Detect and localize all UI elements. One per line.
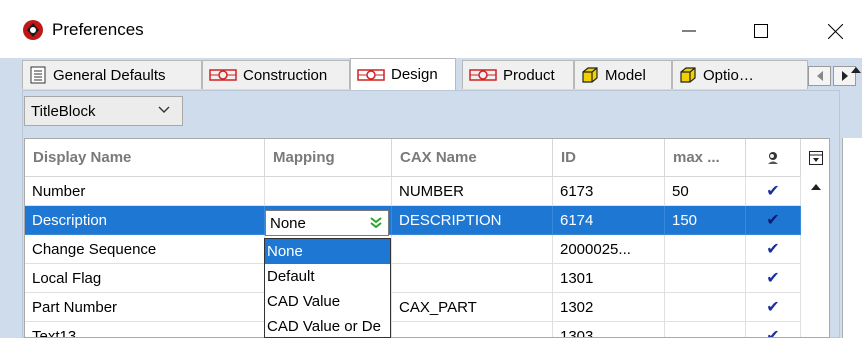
checkmark-icon[interactable]: ✔ bbox=[746, 177, 801, 206]
cell-display-name: Change Sequence bbox=[25, 235, 265, 264]
tab-label: Construction bbox=[243, 66, 328, 84]
cell-max bbox=[665, 293, 746, 322]
maximize-button[interactable] bbox=[738, 8, 784, 54]
checkmark-icon[interactable]: ✔ bbox=[746, 235, 801, 264]
scroll-up-icon[interactable] bbox=[810, 183, 822, 191]
minimize-icon bbox=[682, 30, 696, 32]
app-icon bbox=[23, 20, 43, 40]
column-header-user[interactable] bbox=[746, 139, 801, 177]
column-header-display-name[interactable]: Display Name bbox=[25, 139, 265, 177]
list-icon bbox=[30, 66, 46, 84]
cell-display-name: Part Number bbox=[25, 293, 265, 322]
attribute-grid: Display Name Mapping CAX Name ID max ...… bbox=[24, 138, 830, 338]
component-icon bbox=[469, 69, 497, 81]
table-row[interactable]: Change Sequence 2000025... ✔ bbox=[25, 235, 801, 264]
cell-cax-name bbox=[392, 235, 553, 264]
cell-max bbox=[665, 322, 746, 337]
tab-label: Design bbox=[391, 66, 438, 83]
dropdown-option-none[interactable]: None bbox=[265, 239, 390, 264]
component-icon bbox=[209, 69, 237, 81]
tab-options[interactable]: Optio… bbox=[672, 60, 808, 89]
table-row[interactable]: Local Flag 1301 ✔ bbox=[25, 264, 801, 293]
arrow-left-icon bbox=[816, 71, 823, 81]
tab-label: Optio… bbox=[703, 66, 754, 84]
arrow-right-icon bbox=[841, 71, 848, 81]
checkmark-icon[interactable]: ✔ bbox=[746, 264, 801, 293]
cell-cax-name: CAX_PART bbox=[392, 293, 553, 322]
cell-display-name: Number bbox=[25, 177, 265, 206]
chevron-down-icon bbox=[158, 106, 170, 113]
cell-cax-name: NUMBER bbox=[392, 177, 553, 206]
cell-cax-name bbox=[392, 322, 553, 337]
checkmark-icon[interactable]: ✔ bbox=[746, 206, 801, 235]
tab-label: General Defaults bbox=[53, 66, 166, 84]
user-icon bbox=[768, 151, 778, 164]
cell-max bbox=[665, 264, 746, 293]
column-header-mapping[interactable]: Mapping bbox=[265, 139, 392, 177]
tab-scroll-left-button[interactable] bbox=[808, 66, 831, 86]
column-chooser-icon bbox=[809, 151, 823, 165]
column-header-cax-name[interactable]: CAX Name bbox=[392, 139, 553, 177]
cell-display-name: Description bbox=[25, 206, 265, 235]
tab-general-defaults[interactable]: General Defaults bbox=[22, 60, 202, 89]
mapping-dropdown-list: None Default CAD Value CAD Value or De bbox=[264, 238, 391, 338]
table-row-selected[interactable]: Description DESCRIPTION 6174 150 ✔ bbox=[25, 206, 801, 235]
cell-max: 50 bbox=[665, 177, 746, 206]
cell-cax-name: DESCRIPTION bbox=[392, 206, 553, 235]
dropdown-option-default[interactable]: Default bbox=[265, 264, 390, 289]
cell-id: 1302 bbox=[553, 293, 665, 322]
titleblock-combo[interactable]: TitleBlock bbox=[24, 96, 183, 126]
cube-icon bbox=[582, 67, 598, 83]
mapping-dropdown[interactable]: None bbox=[265, 210, 389, 236]
cube-icon bbox=[680, 67, 696, 83]
cell-id: 1301 bbox=[553, 264, 665, 293]
title-bar: Preferences bbox=[0, 0, 862, 58]
scroll-up-icon[interactable] bbox=[850, 64, 862, 76]
window-title: Preferences bbox=[52, 20, 144, 39]
cell-id: 1303 bbox=[553, 322, 665, 337]
close-button[interactable] bbox=[812, 8, 858, 54]
column-header-id[interactable]: ID bbox=[553, 139, 665, 177]
combo-value: TitleBlock bbox=[31, 102, 96, 120]
mapping-dropdown-value: None bbox=[270, 214, 306, 232]
cell-id: 6174 bbox=[553, 206, 665, 235]
table-row[interactable]: Part Number CAX_PART 1302 ✔ bbox=[25, 293, 801, 322]
close-icon bbox=[827, 23, 843, 39]
cell-id: 6173 bbox=[553, 177, 665, 206]
tab-strip: General Defaults Construction Design Pro… bbox=[22, 58, 856, 90]
tab-product[interactable]: Product bbox=[462, 60, 574, 89]
column-header-max[interactable]: max ... bbox=[665, 139, 746, 177]
table-row[interactable]: Number NUMBER 6173 50 ✔ bbox=[25, 177, 801, 206]
cell-max bbox=[665, 235, 746, 264]
minimize-button[interactable] bbox=[666, 8, 712, 54]
cell-mapping[interactable] bbox=[265, 177, 392, 206]
component-icon bbox=[357, 68, 385, 81]
grid-vertical-scrollbar[interactable] bbox=[803, 177, 829, 337]
cell-display-name: Text13 bbox=[25, 322, 265, 337]
cell-display-name: Local Flag bbox=[25, 264, 265, 293]
cell-max: 150 bbox=[665, 206, 746, 235]
checkmark-icon[interactable]: ✔ bbox=[746, 322, 801, 337]
checkmark-icon[interactable]: ✔ bbox=[746, 293, 801, 322]
table-row[interactable]: Text13 1303 ✔ bbox=[25, 322, 801, 337]
tab-label: Model bbox=[605, 66, 646, 84]
tab-model[interactable]: Model bbox=[574, 60, 672, 89]
grid-header: Display Name Mapping CAX Name ID max ... bbox=[25, 139, 829, 177]
tab-design[interactable]: Design bbox=[350, 58, 456, 90]
column-chooser-button[interactable] bbox=[803, 139, 829, 178]
tab-label: Product bbox=[503, 66, 555, 84]
right-panel-edge bbox=[842, 138, 862, 338]
cell-id: 2000025... bbox=[553, 235, 665, 264]
maximize-icon bbox=[754, 24, 768, 38]
dropdown-option-cad-value[interactable]: CAD Value bbox=[265, 289, 390, 314]
tab-construction[interactable]: Construction bbox=[202, 60, 350, 89]
double-chevron-down-icon[interactable] bbox=[370, 217, 382, 229]
cell-cax-name bbox=[392, 264, 553, 293]
dropdown-option-cad-value-or-default[interactable]: CAD Value or De bbox=[265, 314, 390, 337]
